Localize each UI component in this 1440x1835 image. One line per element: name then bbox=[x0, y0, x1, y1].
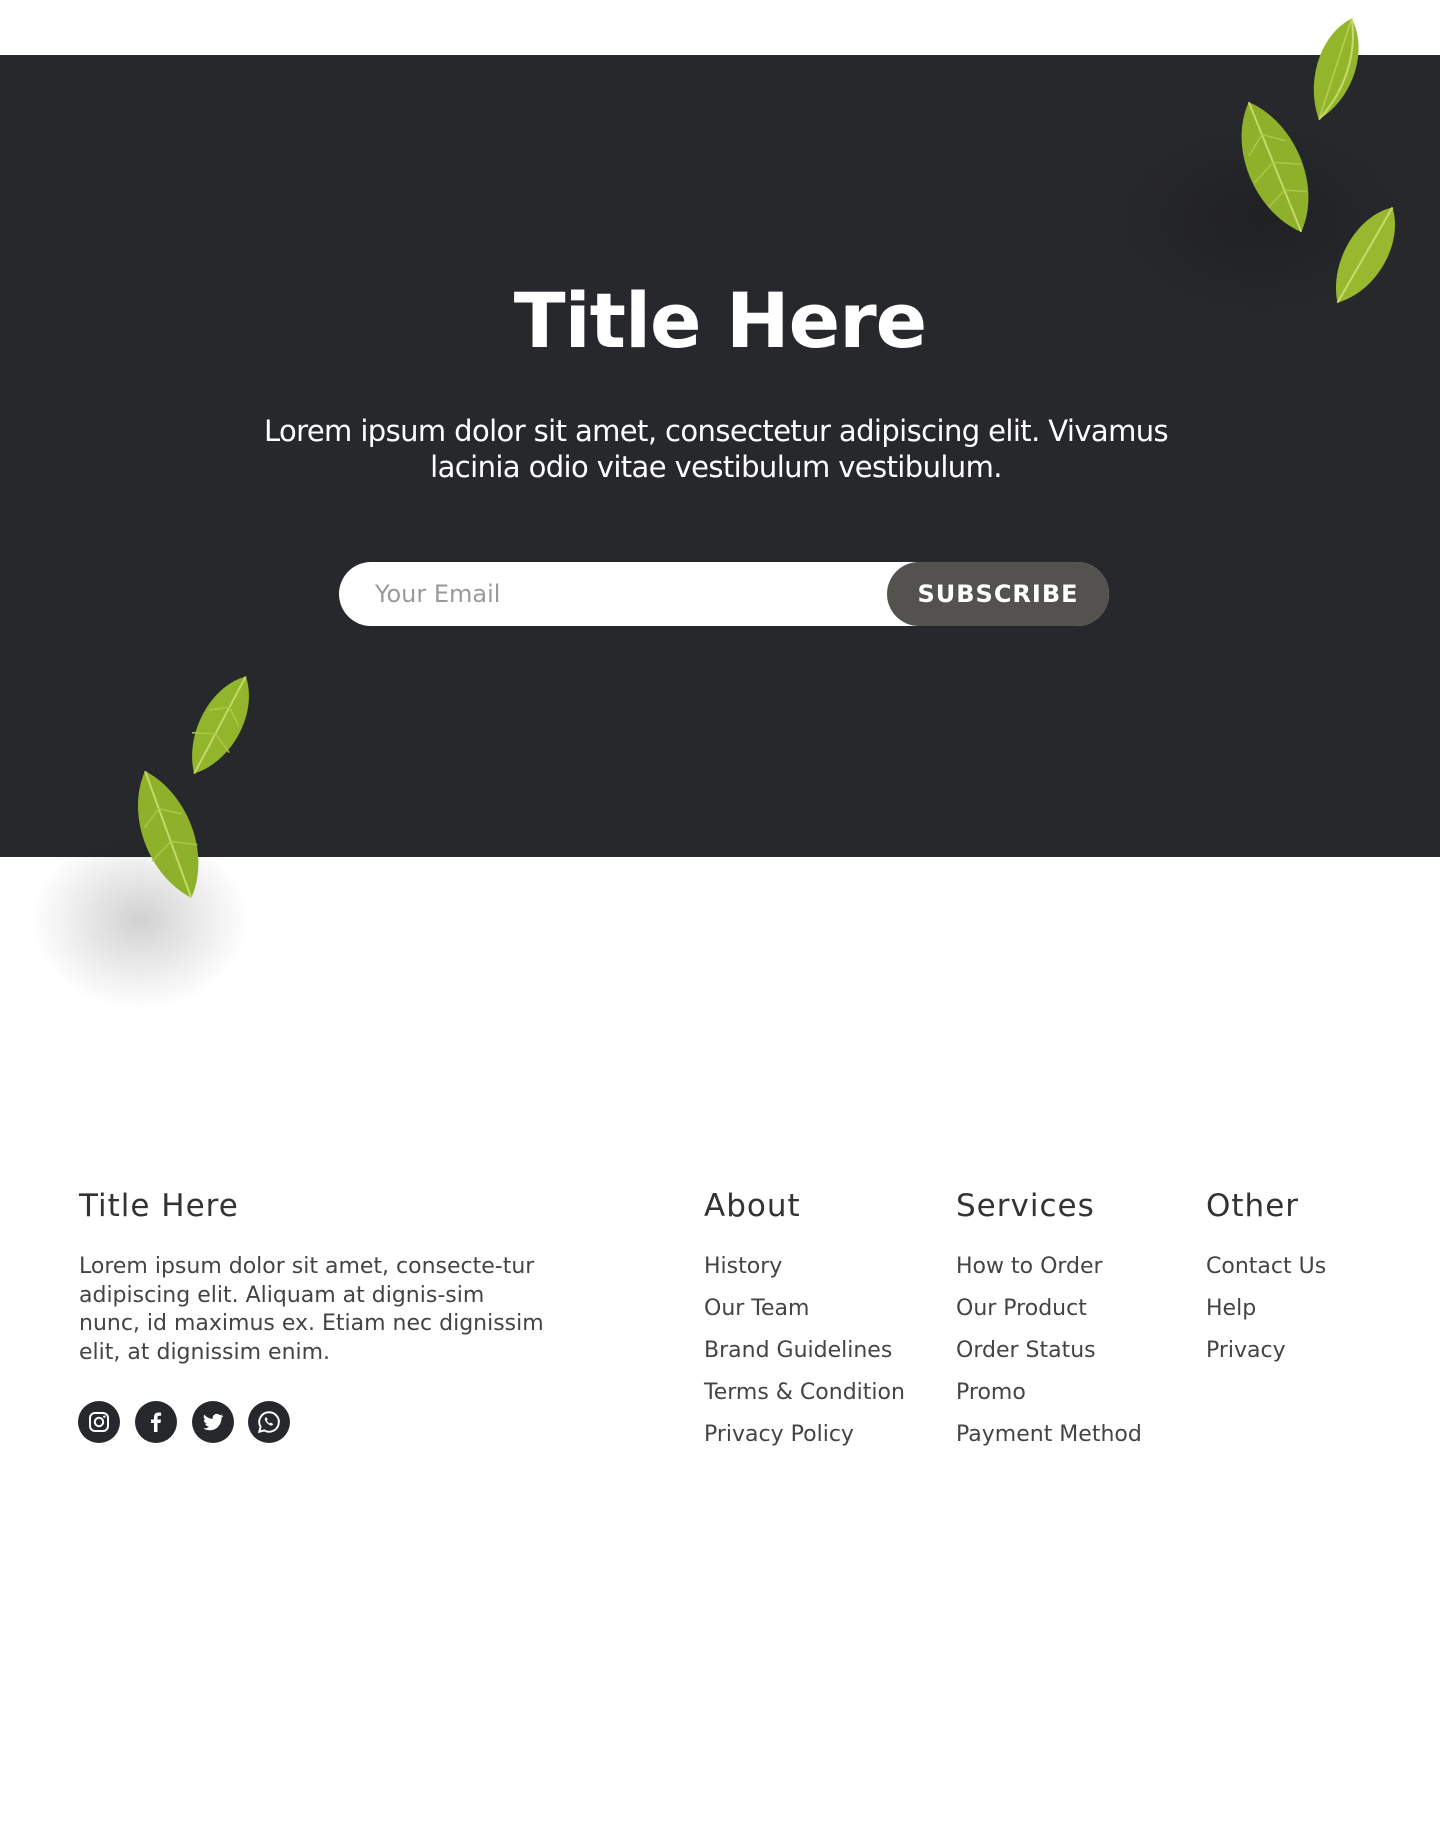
footer-link-help[interactable]: Help bbox=[1206, 1294, 1326, 1336]
twitter-icon[interactable] bbox=[192, 1401, 234, 1443]
hero-subtitle: Lorem ipsum dolor sit amet, consectetur … bbox=[263, 414, 1169, 484]
footer-link-privacy-policy[interactable]: Privacy Policy bbox=[704, 1420, 905, 1462]
footer-brand-title: Title Here bbox=[79, 1188, 239, 1224]
footer-link-contact-us[interactable]: Contact Us bbox=[1206, 1252, 1326, 1294]
footer-link-history[interactable]: History bbox=[704, 1252, 905, 1294]
email-input[interactable] bbox=[339, 562, 889, 626]
footer-link-payment-method[interactable]: Payment Method bbox=[956, 1420, 1142, 1462]
footer-link-brand-guidelines[interactable]: Brand Guidelines bbox=[704, 1336, 905, 1378]
footer-link-our-product[interactable]: Our Product bbox=[956, 1294, 1142, 1336]
footer-link-our-team[interactable]: Our Team bbox=[704, 1294, 905, 1336]
facebook-icon[interactable] bbox=[135, 1401, 177, 1443]
basil-leaf-icon bbox=[1241, 101, 1309, 233]
footer-column-title-other: Other bbox=[1206, 1188, 1300, 1224]
subscribe-button[interactable]: SUBSCRIBE bbox=[887, 562, 1109, 626]
footer-about-links: History Our Team Brand Guidelines Terms … bbox=[704, 1252, 905, 1462]
subscribe-form: SUBSCRIBE bbox=[339, 562, 1109, 626]
basil-leaf-icon bbox=[1336, 206, 1395, 304]
footer-column-title-about: About bbox=[704, 1188, 801, 1224]
instagram-icon[interactable] bbox=[78, 1401, 120, 1443]
footer-link-order-status[interactable]: Order Status bbox=[956, 1336, 1142, 1378]
footer-link-terms-condition[interactable]: Terms & Condition bbox=[704, 1378, 905, 1420]
basil-leaf-icon bbox=[137, 770, 199, 899]
whatsapp-icon[interactable] bbox=[248, 1401, 290, 1443]
footer-services-links: How to Order Our Product Order Status Pr… bbox=[956, 1252, 1142, 1462]
footer-other-links: Contact Us Help Privacy bbox=[1206, 1252, 1326, 1378]
footer-link-how-to-order[interactable]: How to Order bbox=[956, 1252, 1142, 1294]
footer-link-privacy[interactable]: Privacy bbox=[1206, 1336, 1326, 1378]
footer-link-promo[interactable]: Promo bbox=[956, 1378, 1142, 1420]
footer-description: Lorem ipsum dolor sit amet, consecte-tur… bbox=[79, 1254, 544, 1365]
footer-column-title-services: Services bbox=[956, 1188, 1095, 1224]
